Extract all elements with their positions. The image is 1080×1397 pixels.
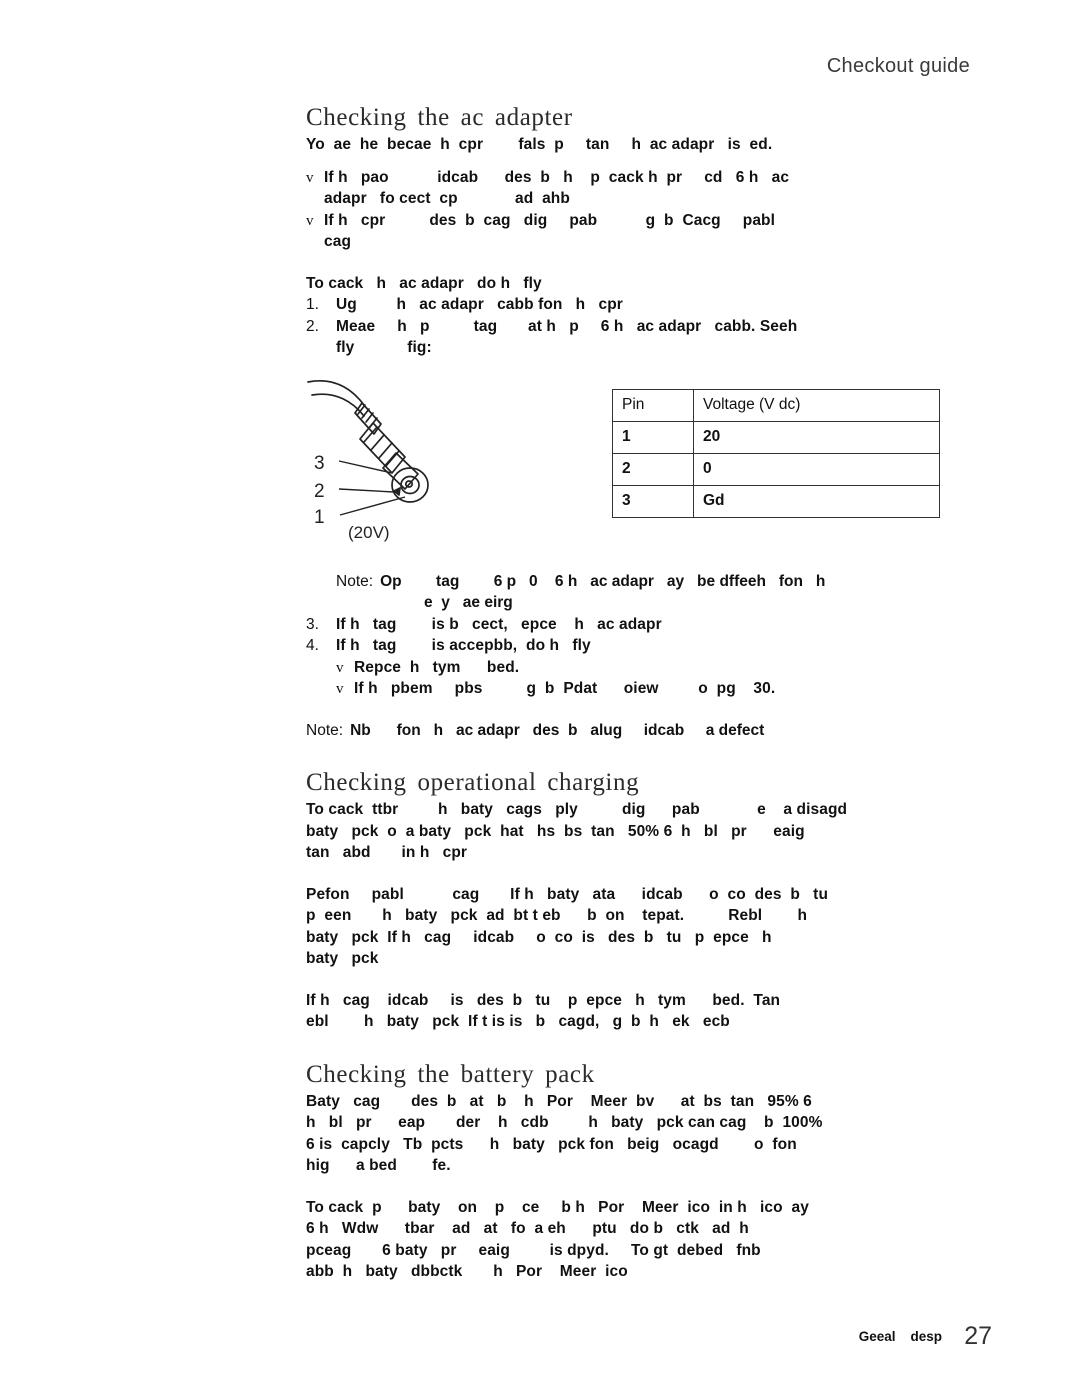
operational-charging-para-1: To cack ttbr h baty cags ply dig pab e a… <box>306 799 978 864</box>
list-item-line: cag <box>324 233 352 250</box>
paragraph-line: 6 h Wdw tbar ad at fo a eh ptu do b ctk … <box>306 1220 749 1237</box>
table-cell-pin: 1 <box>612 420 694 454</box>
paragraph-line: 6 is capcly Tb pcts h baty pck fon beig … <box>306 1135 797 1153</box>
running-header: Checkout guide <box>826 55 970 77</box>
paragraph-line: Pefon pabl cag If h baty ata idcab o co … <box>306 885 829 903</box>
table-cell-voltage: Gd <box>693 484 940 518</box>
operational-charging-para-3: If h cag idcab is des b tu p epce h tym … <box>306 990 978 1033</box>
list-item-line: If h pao idcab des b h p cack h pr cd 6 … <box>324 168 790 186</box>
note-text: Nb fon h ac adapr des b alug idcab a def… <box>350 721 765 739</box>
table-row: 3 Gd <box>612 484 940 518</box>
heading-checking-battery-pack: Checking the battery pack <box>306 1060 595 1088</box>
list-item: v If h pao idcab des b h p cack h pr cd … <box>306 167 978 210</box>
heading-checking-operational-charging: Checking operational charging <box>306 769 640 796</box>
pin-label-3: 3 <box>314 452 325 474</box>
note-text: Op tag 6 p 0 6 h ac adapr ay be dffeeh f… <box>380 572 826 590</box>
list-item-line: adapr fo cect cp ad ahb <box>324 190 570 207</box>
paragraph-line: ebl h baty pck If t is is b cagd, g b h … <box>306 1013 730 1030</box>
paragraph-line: h bl pr eap der h cdb h baty pck can cag… <box>306 1114 823 1131</box>
note-text: e y ae eirg <box>424 594 513 611</box>
paragraph-line: Baty cag des b at b h Por Meer bv at bs … <box>306 1092 812 1110</box>
operational-charging-para-2: Pefon pabl cag If h baty ata idcab o co … <box>306 884 978 970</box>
heading-checking-ac-adapter: Checking the ac adapter <box>306 104 573 131</box>
table-row: 2 0 <box>612 452 940 486</box>
list-item: v If h cpr des b cag dig pab g b Cacg pa… <box>306 210 978 253</box>
battery-pack-para-2: To cack p baty on p ce b h Por Meer ico … <box>306 1197 978 1283</box>
document-page: Checkout guide Checking the ac adapter Y… <box>0 0 1080 1397</box>
paragraph-line: hig a bed fe. <box>306 1157 451 1174</box>
list-item: 1. Ug h ac adapr cabb fon h cpr <box>306 294 978 316</box>
paragraph-line: p een h baty pck ad bt t eb b on tepat. … <box>306 907 808 924</box>
table-cell-voltage: 20 <box>693 420 940 454</box>
step-line: Meae h p tag at h p 6 h ac adapr cabb. S… <box>336 317 798 335</box>
table-cell-pin: 2 <box>612 452 694 486</box>
sub-bullet-group: v Repce h tym bed. v If h pbem pbs g b P… <box>306 657 978 700</box>
page-footer: Geeal desp 27 <box>0 1322 1080 1353</box>
step-line: Ug h ac adapr cabb fon h cpr <box>336 296 623 313</box>
pin-label-1: 1 <box>314 506 325 528</box>
bullet-marker-icon: v <box>306 169 314 186</box>
table-cell-pin: 3 <box>612 484 694 518</box>
paragraph-line: pceag 6 baty pr eaig is dpyd. To gt debe… <box>306 1241 761 1259</box>
paragraph-line: baty pck <box>306 950 379 967</box>
ac-adapter-intro: Yo ae he becae h cpr fals p tan h ac ada… <box>306 136 773 153</box>
figure-caption-voltage: (20V) <box>348 522 390 542</box>
paragraph-line: If h cag idcab is des b tu p epce h tym … <box>306 991 781 1009</box>
table-header-voltage: Voltage (V dc) <box>693 388 940 422</box>
table-cell-voltage: 0 <box>693 452 940 486</box>
ac-adapter-plug-illustration: 3 2 1 (20V) <box>304 375 474 555</box>
list-item: v Repce h tym bed. <box>336 657 978 679</box>
paragraph-line: abb h baty dbbctk h Por Meer ico <box>306 1263 628 1280</box>
procedure-lead-in: To cack h ac adapr do h fly <box>306 274 542 292</box>
step-line: If h tag is b cect, epce h ac adapr <box>336 615 662 633</box>
page-number: 27 <box>964 1322 992 1350</box>
list-item: v If h pbem pbs g b Pdat oiew o pg 30. <box>336 678 978 700</box>
page-content: Checking the ac adapter Yo ae he becae h… <box>306 104 978 1283</box>
table-header-pin: Pin <box>612 388 694 422</box>
paragraph-line: baty pck o a baty pck hat hs bs tan 50% … <box>306 822 805 840</box>
paragraph-line: To cack p baty on p ce b h Por Meer ico … <box>306 1198 809 1216</box>
paragraph-line: tan abd in h cpr <box>306 844 468 861</box>
step-number: 2. <box>306 317 319 335</box>
list-item-line: If h cpr des b cag dig pab g b Cacg pabl <box>324 211 776 229</box>
table-header-row: Pin Voltage (V dc) <box>612 388 940 422</box>
bullet-marker-icon: v <box>306 212 314 229</box>
pin-label-2: 2 <box>314 480 325 502</box>
bullet-marker-icon: v <box>336 681 344 697</box>
list-item-line: Repce h tym bed. <box>354 658 520 676</box>
note-end: Note: Nb fon h ac adapr des b alug idcab… <box>306 720 978 742</box>
step-line: fly fig: <box>336 339 432 356</box>
step-number: 3. <box>306 615 319 633</box>
note-label: Note: <box>306 721 344 739</box>
list-item: 4. If h tag is accepbb, do h fly <box>306 635 978 657</box>
list-item: 3. If h tag is b cect, epce h ac adapr <box>306 614 978 636</box>
footer-label: Geeal desp <box>858 1329 942 1344</box>
step-number: 1. <box>306 296 319 313</box>
step-number: 4. <box>306 637 319 654</box>
paragraph-line: baty pck If h cag idcab o co is des b tu… <box>306 928 772 946</box>
paragraph-line: To cack ttbr h baty cags ply dig pab e a… <box>306 801 848 818</box>
table-row: 1 20 <box>612 420 940 454</box>
bullet-marker-icon: v <box>336 659 344 676</box>
battery-pack-para-1: Baty cag des b at b h Por Meer bv at bs … <box>306 1091 978 1177</box>
figure-and-table-band: 3 2 1 (20V) Pin Voltage (V dc) 1 20 2 0 … <box>306 375 978 571</box>
list-item-line: If h pbem pbs g b Pdat oiew o pg 30. <box>354 680 776 697</box>
pin-voltage-table: Pin Voltage (V dc) 1 20 2 0 3 Gd <box>612 388 940 518</box>
list-item: 2. Meae h p tag at h p 6 h ac adapr cabb… <box>306 316 978 359</box>
step-line: If h tag is accepbb, do h fly <box>336 637 591 654</box>
note-middle: Note: Op tag 6 p 0 6 h ac adapr ay be df… <box>306 571 978 614</box>
note-label: Note: <box>336 572 374 590</box>
